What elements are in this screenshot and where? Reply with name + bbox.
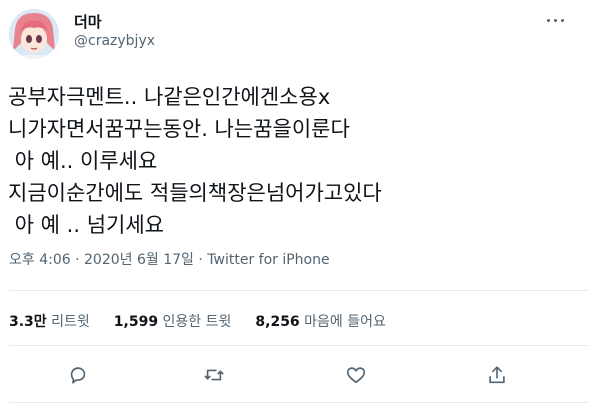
action-bar [0,360,597,390]
retweet-icon[interactable] [201,362,227,388]
meta-separator: · [70,252,85,268]
avatar[interactable] [9,9,59,59]
retweets-stat[interactable]: 3.3만 리트윗 [9,311,90,331]
divider [9,345,588,346]
tweet-meta: 오후 4:06 · 2020년 6월 17일 · Twitter for iPh… [9,249,330,269]
reply-icon[interactable] [65,362,91,388]
tweet-line: 아 예.. 이루세요 [8,149,158,173]
likes-count: 8,256 [255,314,300,330]
tweet-line: 지금이순간에도 적들의책장은넘어가고있다 [8,181,382,205]
tweet-stats: 3.3만 리트윗 1,599 인용한 트윗 8,256 마음에 들어요 [9,311,410,331]
tweet-text: 공부자극멘트.. 나같은인간에겐소용x 니가자면서꿈꾸는동안. 나는꿈을이룬다 … [8,81,382,241]
share-icon[interactable] [484,362,510,388]
likes-stat[interactable]: 8,256 마음에 들어요 [255,311,385,331]
divider [9,402,588,403]
meta-separator: · [193,252,208,268]
avatar-image [9,9,59,59]
tweet-date[interactable]: 2020년 6월 17일 [84,252,194,268]
user-name[interactable]: 더마 [74,11,102,32]
user-handle[interactable]: @crazybjyx [74,33,155,49]
heart-icon[interactable] [343,362,369,388]
retweets-count: 3.3만 [9,314,47,330]
likes-label: 마음에 들어요 [304,314,386,330]
quotes-label: 인용한 트윗 [162,314,232,330]
quotes-count: 1,599 [113,314,159,330]
quotes-stat[interactable]: 1,599 인용한 트윗 [114,311,232,331]
tweet-line: 공부자극멘트.. 나같은인간에겐소용x [8,85,331,109]
retweets-label: 리트윗 [51,314,90,330]
divider [9,290,588,291]
tweet-line: 니가자면서꿈꾸는동안. 나는꿈을이룬다 [8,117,350,141]
more-icon[interactable] [546,16,566,26]
tweet-time[interactable]: 오후 4:06 [9,252,71,268]
tweet-source[interactable]: Twitter for iPhone [207,252,329,268]
tweet-line: 아 예 .. 넘기세요 [8,213,164,237]
